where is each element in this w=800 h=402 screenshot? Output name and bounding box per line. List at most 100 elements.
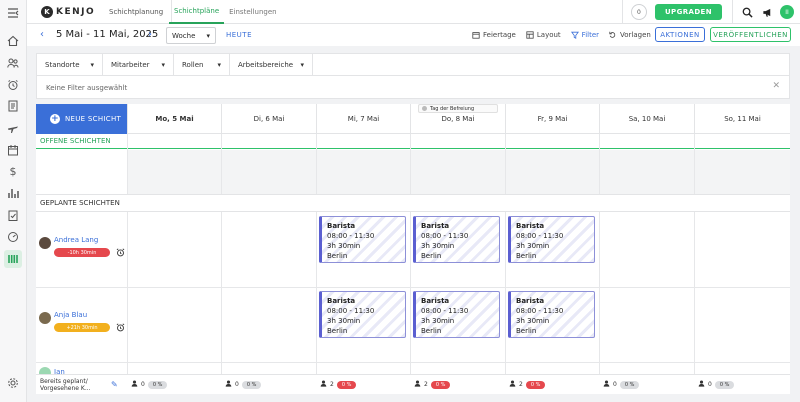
row-divider: [36, 287, 790, 288]
shift-role: Barista: [421, 297, 450, 305]
filter-standorte[interactable]: Standorte ▾: [37, 54, 103, 76]
plus-icon: +: [50, 114, 60, 124]
close-icon[interactable]: ✕: [772, 81, 780, 91]
shift-card[interactable]: Barista 08:00 - 11:30 3h 30min Berlin: [508, 216, 595, 263]
alarm-clock-icon[interactable]: [6, 78, 20, 92]
view-select[interactable]: Woche ▾: [166, 27, 216, 44]
alarm-clock-icon[interactable]: [116, 248, 125, 257]
tab-einstellungen[interactable]: Einstellungen: [224, 0, 281, 24]
avatar[interactable]: [39, 237, 51, 249]
user-icon: [131, 380, 138, 389]
filter-mitarbeiter[interactable]: Mitarbeiter ▾: [103, 54, 174, 76]
shift-location: Berlin: [327, 327, 348, 335]
bar-chart-icon[interactable]: [6, 186, 20, 200]
filter-mitarbeiter-label: Mitarbeiter: [111, 61, 150, 69]
coverage-percent: 0 %: [619, 380, 640, 389]
document-icon[interactable]: [6, 99, 20, 113]
previous-week-chevron-icon[interactable]: ‹: [37, 29, 47, 41]
day-total: 0 0 %: [131, 380, 168, 389]
open-shifts-section: OFFENE SCHICHTEN: [36, 134, 790, 149]
tab-schichtplaene[interactable]: Schichtpläne: [169, 0, 225, 24]
shift-card[interactable]: Barista 08:00 - 11:30 3h 30min Berlin: [319, 291, 406, 338]
shift-time: 08:00 - 11:30: [516, 307, 564, 315]
shift-duration: 3h 30min: [421, 317, 455, 325]
employee-row: Anja Blau +21h 30min: [36, 288, 127, 363]
filter-dropdown-row: Standorte ▾ Mitarbeiter ▾ Rollen ▾ Arbeitsb…: [37, 54, 789, 76]
chevron-down-icon: ▾: [217, 61, 221, 69]
alarm-clock-icon[interactable]: [116, 323, 125, 332]
upgrade-button[interactable]: UPGRADEN: [654, 4, 722, 20]
actions-button[interactable]: AKTIONEN: [655, 27, 705, 42]
calendar-icon: [472, 32, 480, 39]
user-icon: [320, 380, 327, 389]
pencil-edit-icon[interactable]: ✎: [111, 380, 118, 389]
avatar[interactable]: [39, 312, 51, 324]
holidays-label: Feiertage: [483, 31, 516, 39]
holidays-button[interactable]: Feiertage: [472, 31, 516, 39]
employee-name[interactable]: Anja Blau: [54, 311, 87, 319]
day-header-fri: Fr, 9 Mai: [505, 104, 599, 134]
shift-card[interactable]: Barista 08:00 - 11:30 3h 30min Berlin: [413, 216, 500, 263]
shift-card[interactable]: Barista 08:00 - 11:30 3h 30min Berlin: [413, 291, 500, 338]
new-shift-button[interactable]: + NEUE SCHICHT: [36, 104, 127, 134]
hours-balance-badge: -10h 30min: [54, 248, 110, 257]
today-button[interactable]: HEUTE: [226, 31, 252, 39]
shift-location: Berlin: [516, 327, 537, 335]
filter-rollen[interactable]: Rollen ▾: [174, 54, 230, 76]
nav-schichtplanung[interactable]: Schichtplanung: [109, 0, 173, 24]
chevron-down-icon: ▾: [90, 61, 94, 69]
search-icon[interactable]: [739, 4, 755, 20]
shift-card[interactable]: Barista 08:00 - 11:30 3h 30min Berlin: [508, 291, 595, 338]
new-shift-label: NEUE SCHICHT: [65, 115, 122, 123]
dollar-icon[interactable]: $: [6, 164, 20, 178]
column-divider: [505, 134, 506, 394]
day-total: 2 0 %: [509, 380, 546, 389]
user-avatar[interactable]: II: [780, 5, 794, 19]
templates-button[interactable]: Vorlagen: [609, 31, 651, 39]
top-bar: K KENJO Schichtplanung Schichtpläne Eins…: [27, 0, 800, 24]
templates-label: Vorlagen: [620, 31, 651, 39]
open-shifts-area[interactable]: [127, 150, 790, 194]
chevron-down-icon: ▾: [206, 31, 210, 40]
settings-gear-icon[interactable]: [6, 376, 20, 390]
kenjo-logo[interactable]: K KENJO: [41, 5, 95, 19]
notification-count[interactable]: 0: [630, 4, 647, 20]
people-icon[interactable]: [6, 56, 20, 70]
gauge-icon[interactable]: [6, 230, 20, 244]
chevron-down-icon: ▾: [300, 61, 304, 69]
airplane-icon[interactable]: [6, 121, 20, 135]
filter-label: Filter: [581, 31, 600, 39]
shift-time: 08:00 - 11:30: [327, 232, 375, 240]
user-icon: [698, 380, 705, 389]
filter-arbeitsbereiche[interactable]: Arbeitsbereiche ▾: [230, 54, 313, 76]
coverage-percent: 0 %: [525, 380, 546, 389]
totals-label: Bereits geplant/ Vorgesehene K...: [40, 378, 91, 392]
next-week-chevron-icon[interactable]: ›: [145, 29, 155, 41]
menu-collapse-icon[interactable]: [6, 6, 20, 20]
day-total: 0 0 %: [225, 380, 262, 389]
shift-role: Barista: [421, 222, 450, 230]
schedule-grid-icon[interactable]: [4, 250, 22, 268]
holiday-tag[interactable]: Tag der Befreiung: [418, 104, 498, 113]
shift-duration: 3h 30min: [516, 242, 550, 250]
filter-button[interactable]: Filter: [570, 31, 600, 39]
column-divider: [599, 134, 600, 394]
publish-button[interactable]: VERÖFFENTLICHEN: [710, 27, 791, 42]
no-filter-label: Keine Filter ausgewählt: [46, 83, 128, 92]
shift-card[interactable]: Barista 08:00 - 11:30 3h 30min Berlin: [319, 216, 406, 263]
megaphone-icon[interactable]: [759, 4, 775, 20]
employee-name[interactable]: Andrea Lang: [54, 236, 98, 244]
shift-time: 08:00 - 11:30: [327, 307, 375, 315]
grid-header: + NEUE SCHICHT Mo, 5 Mai Di, 6 Mai Mi, 7…: [36, 104, 790, 134]
staff-count: 2: [424, 381, 428, 388]
calendar-icon[interactable]: [6, 143, 20, 157]
column-divider: [127, 134, 128, 394]
home-icon[interactable]: [6, 34, 20, 48]
clipboard-check-icon[interactable]: [6, 208, 20, 222]
templates-icon: [609, 31, 616, 38]
logo-mark: K: [41, 6, 53, 18]
coverage-percent: 0 %: [147, 380, 168, 389]
layout-button[interactable]: Layout: [526, 31, 561, 39]
no-filter-text: Keine Filter ausgewählt ✕: [37, 76, 789, 99]
chevron-down-icon: ▾: [161, 61, 165, 69]
